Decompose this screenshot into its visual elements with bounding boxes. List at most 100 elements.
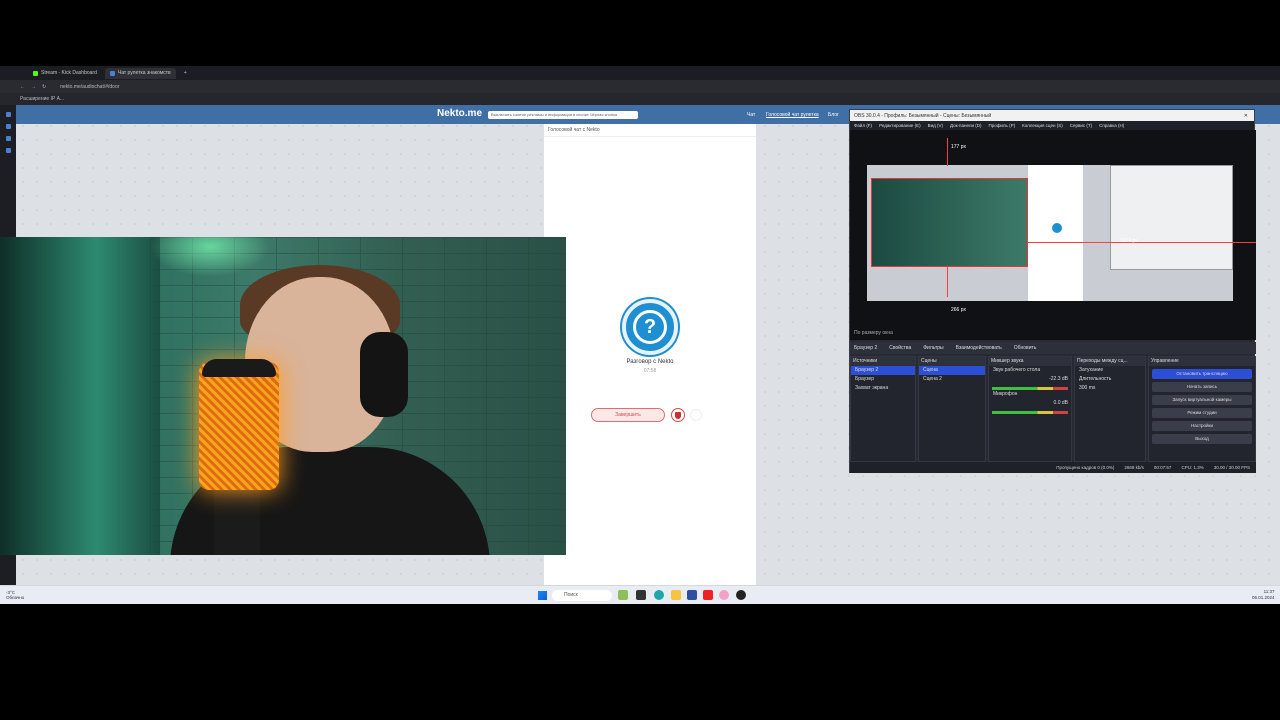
call-timer: 07:58 <box>643 368 657 374</box>
transition-select[interactable]: Затухание <box>1075 366 1145 375</box>
preview-nested-capture <box>1110 165 1233 270</box>
obs-title-bar: OBS 30.0.4 - Профиль: Безымянный - Сцены… <box>850 110 1254 121</box>
kick-icon <box>33 70 38 76</box>
mixer-channel-level: 0.0 dB <box>1053 400 1068 406</box>
app-icon[interactable] <box>618 590 628 600</box>
site-logo[interactable]: Nekto.me <box>437 108 482 119</box>
preview-question-icon <box>1052 223 1062 233</box>
curtain <box>0 237 160 555</box>
app-icon[interactable] <box>719 590 729 600</box>
yandex-icon[interactable] <box>703 590 713 600</box>
shield-icon <box>675 411 681 419</box>
new-tab-button[interactable]: + <box>179 68 192 79</box>
dock-title: Микшер звука <box>989 357 1071 366</box>
forward-icon[interactable]: → <box>31 84 36 90</box>
px-label-bottom: 266 px <box>951 307 967 313</box>
url-text[interactable]: nekto.me/audiochat/#/door <box>60 84 119 90</box>
app-icon[interactable] <box>687 590 697 600</box>
stream-time: 00:07:57 <box>1153 465 1172 470</box>
green-light <box>150 237 270 277</box>
scenes-dock: Сцены Сцена Сцена 2 <box>918 356 986 462</box>
interact-button[interactable]: Взаимодействовать <box>956 345 1002 351</box>
report-button[interactable] <box>671 408 685 422</box>
obs-status-bar: Пропущено кадров 0 (0.0%) 2669 kb/s 00:0… <box>850 462 1256 473</box>
guide-top <box>947 138 948 166</box>
folder-icon[interactable] <box>671 590 681 600</box>
bookmark-item[interactable]: Расширение IP А... <box>20 96 64 102</box>
weather-desc: Облачно <box>6 595 25 600</box>
sidebar-icon[interactable] <box>5 112 11 117</box>
transitions-dock: Переходы между сц... Затухание Длительно… <box>1074 356 1146 462</box>
audio-meter <box>992 411 1068 414</box>
source-item[interactable]: Захват экрана <box>851 384 915 393</box>
source-item[interactable]: Браузер <box>851 375 915 384</box>
close-icon[interactable]: ✕ <box>1244 113 1248 119</box>
screen: Stream - Kick Dashboard Чат рулетка знак… <box>0 66 1280 604</box>
banner-pill[interactable]: Выключить сжатие рекламы и информации в … <box>488 111 638 119</box>
edge-icon[interactable] <box>654 590 664 600</box>
start-recording-button[interactable]: Начать запись <box>1152 382 1252 392</box>
taskbar-search[interactable]: Поиск <box>552 590 612 601</box>
obs-title: OBS 30.0.4 - Профиль: Безымянный - Сцены… <box>854 112 992 119</box>
webcam-feed <box>0 237 566 555</box>
app-icon[interactable] <box>636 590 646 600</box>
reload-icon[interactable]: ↻ <box>42 84 46 90</box>
scene-item[interactable]: Сцена 2 <box>919 375 985 384</box>
extra-button[interactable] <box>690 409 702 421</box>
mic-stand <box>214 487 260 555</box>
zoom-fit-label[interactable]: По размеру окна <box>854 330 893 336</box>
refresh-button[interactable]: Обновить <box>1014 345 1037 351</box>
obs-preview[interactable]: 177 px 1071 px 266 px По размеру окна <box>850 130 1256 340</box>
tab-kick[interactable]: Stream - Kick Dashboard <box>28 68 102 79</box>
preview-chat-panel <box>1028 165 1083 301</box>
preview-webcam[interactable] <box>871 178 1028 267</box>
menu-item[interactable]: Профиль (P) <box>988 123 1015 128</box>
tab-label: Чат рулетка знакомств <box>117 70 171 76</box>
sources-dock: Источники Браузер 2 Браузер Захват экран… <box>850 356 916 462</box>
dock-title: Сцены <box>919 357 985 366</box>
nav-link-chat[interactable]: Чат <box>747 112 755 118</box>
sidebar-icon[interactable] <box>5 136 11 141</box>
scene-item[interactable]: Сцена <box>919 366 985 375</box>
properties-button[interactable]: Свойства <box>889 345 911 351</box>
end-call-label: Завершить <box>615 412 641 418</box>
nav-link-blog[interactable]: Блог <box>828 112 839 118</box>
menu-item[interactable]: Вид (V) <box>928 123 943 128</box>
obs-menu-bar: Файл (F) Редактирование (E) Вид (V) Док-… <box>850 121 1254 130</box>
studio-mode-button[interactable]: Режим студии <box>1152 408 1252 418</box>
clock-date: 06.01.2024 <box>1252 595 1275 600</box>
obs-docks: Источники Браузер 2 Браузер Захват экран… <box>850 356 1256 462</box>
weather-widget[interactable]: -3°C Облачно <box>6 590 24 600</box>
settings-button[interactable]: Настройки <box>1152 421 1252 431</box>
filters-button[interactable]: Фильтры <box>923 345 943 351</box>
preview-canvas <box>867 165 1233 301</box>
px-label-right: 1071 px <box>1120 238 1138 244</box>
stop-stream-button[interactable]: Остановить трансляцию <box>1152 369 1252 379</box>
system-clock[interactable]: 11:37 06.01.2024 <box>1252 589 1275 601</box>
virtual-camera-button[interactable]: Запуск виртуальной камеры <box>1152 395 1252 405</box>
sidebar-icon[interactable] <box>5 124 11 129</box>
px-label-top: 177 px <box>951 144 967 150</box>
menu-item[interactable]: Справка (H) <box>1099 123 1124 128</box>
menu-item[interactable]: Редактирование (E) <box>879 123 921 128</box>
end-call-button[interactable]: Завершить <box>591 408 665 422</box>
menu-item[interactable]: Коллекция сцен (S) <box>1022 123 1063 128</box>
duration-input[interactable]: 300 ms <box>1075 384 1145 393</box>
menu-item[interactable]: Файл (F) <box>854 123 872 128</box>
mixer-dock: Микшер звука Звук рабочего стола -22.3 d… <box>988 356 1072 462</box>
fps: 30.00 / 30.00 FPS <box>1213 465 1250 470</box>
menu-item[interactable]: Док-панели (D) <box>950 123 981 128</box>
back-icon[interactable]: ← <box>20 84 25 90</box>
mixer-channel-name: Звук рабочего стола <box>993 367 1041 373</box>
windows-taskbar: -3°C Облачно Поиск 11:37 06.01.2024 <box>0 585 1280 604</box>
source-item[interactable]: Браузер 2 <box>851 366 915 375</box>
start-icon[interactable] <box>538 591 547 600</box>
sidebar-icon[interactable] <box>5 148 11 153</box>
exit-button[interactable]: Выход <box>1152 434 1252 444</box>
obs-icon[interactable] <box>736 590 746 600</box>
menu-item[interactable]: Сервис (T) <box>1070 123 1092 128</box>
tab-nekto[interactable]: Чат рулетка знакомств <box>104 67 176 79</box>
nav-link-voice[interactable]: Голосовой чат рулетка <box>766 112 819 118</box>
dock-title: Управление <box>1149 357 1255 366</box>
browser-tab-bar: Stream - Kick Dashboard Чат рулетка знак… <box>0 66 1280 80</box>
